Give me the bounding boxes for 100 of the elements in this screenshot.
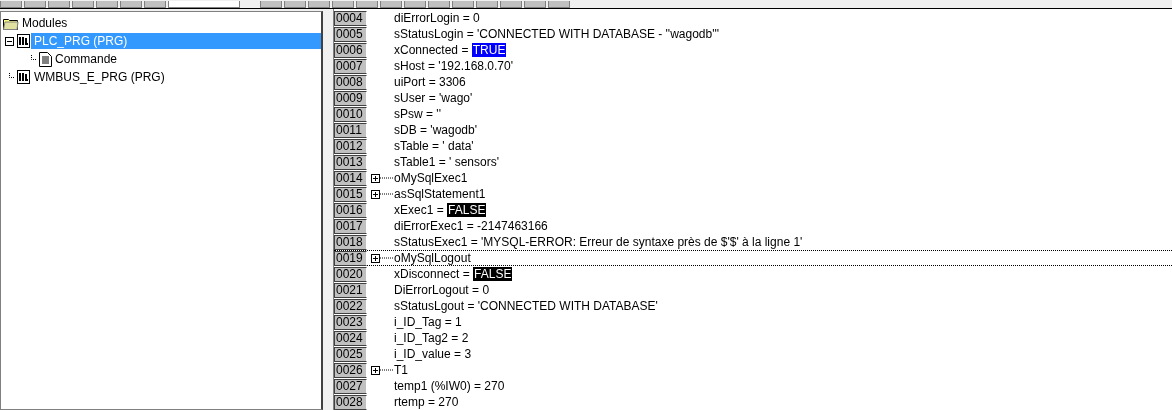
- line-number: 0022: [334, 298, 367, 314]
- toolbar-button[interactable]: [96, 1, 118, 8]
- toolbar-button[interactable]: [24, 1, 46, 8]
- code-text: sHost = '192.168.0.70': [394, 59, 513, 73]
- line-number: 0027: [334, 378, 367, 394]
- toolbar-button[interactable]: [524, 1, 546, 8]
- code-text: i_ID_value = 3: [394, 347, 472, 361]
- line-number: 0025: [334, 346, 367, 362]
- code-text: sTable = ' data': [394, 139, 474, 153]
- code-line[interactable]: 0013 sTable1 = ' sensors': [334, 154, 1172, 170]
- code-text: diErrorExec1 = -2147463166: [394, 219, 548, 233]
- code-text: T1: [394, 363, 408, 377]
- line-number: 0012: [334, 138, 367, 154]
- code-text: DiErrorLogout = 0: [394, 283, 490, 297]
- toolbar-button[interactable]: [260, 1, 282, 8]
- code-line[interactable]: 0017 diErrorExec1 = -2147463166: [334, 218, 1172, 234]
- code-line[interactable]: 0022 sStatusLgout = 'CONNECTED WITH DATABASE': [334, 298, 1172, 314]
- tree-root-label[interactable]: Modules: [19, 15, 71, 31]
- toolbar-button[interactable]: [548, 1, 570, 8]
- code-line[interactable]: 0023 i_ID_Tag = 1: [334, 314, 1172, 330]
- code-text: sDB = 'wagodb': [394, 123, 477, 137]
- code-line[interactable]: 0011 sDB = 'wagodb': [334, 122, 1172, 138]
- toolbar-button[interactable]: [428, 1, 450, 8]
- toolbar-button[interactable]: [144, 1, 166, 8]
- tree-item[interactable]: Commande: [52, 51, 121, 67]
- folder-icon: [3, 16, 19, 30]
- line-number: 0019: [334, 250, 367, 266]
- code-text: sStatusLgout = 'CONNECTED WITH DATABASE': [394, 299, 658, 313]
- code-text: sPsw = '': [394, 107, 441, 121]
- code-text: xDisconnect =: [394, 267, 471, 281]
- line-number: 0028: [334, 394, 367, 410]
- code-line[interactable]: 0026 T1: [334, 362, 1172, 378]
- code-line[interactable]: 0025 i_ID_value = 3: [334, 346, 1172, 362]
- code-text: i_ID_Tag2 = 2: [394, 331, 469, 345]
- code-line[interactable]: 0005 sStatusLogin = 'CONNECTED WITH DATABASE - ''wagodb''': [334, 26, 1172, 42]
- expand-icon[interactable]: [371, 189, 380, 199]
- code-line[interactable]: 0020 xDisconnect = FALSE: [334, 266, 1172, 282]
- toolbar-button[interactable]: [120, 1, 142, 8]
- toolbar-button[interactable]: [356, 1, 378, 8]
- code-line[interactable]: 0012 sTable = ' data': [334, 138, 1172, 154]
- code-line[interactable]: 0006 xConnected = TRUE: [334, 42, 1172, 58]
- toolbar-button[interactable]: [284, 1, 306, 8]
- expand-icon[interactable]: [371, 365, 380, 375]
- program-icon: [17, 34, 31, 48]
- line-number: 0009: [334, 90, 367, 106]
- line-number: 0014: [334, 170, 367, 186]
- code-line[interactable]: 0004 diErrorLogin = 0: [334, 10, 1172, 26]
- line-number: 0015: [334, 186, 367, 202]
- line-number: 0026: [334, 362, 367, 378]
- code-line[interactable]: 0016 xExec1 = FALSE: [334, 202, 1172, 218]
- toolbar-button[interactable]: [476, 1, 498, 8]
- tree-item[interactable]: WMBUS_E_PRG (PRG): [31, 69, 168, 85]
- toolbar-button[interactable]: [48, 1, 70, 8]
- expand-icon[interactable]: [371, 173, 380, 183]
- document-icon: [39, 51, 52, 67]
- toolbar-button[interactable]: [404, 1, 426, 8]
- line-number: 0021: [334, 282, 367, 298]
- collapse-icon[interactable]: [5, 36, 14, 46]
- tree-connector: [380, 257, 394, 259]
- line-number: 0013: [334, 154, 367, 170]
- expand-icon[interactable]: [371, 253, 380, 263]
- code-line[interactable]: 0009 sUser = 'wago': [334, 90, 1172, 106]
- line-number: 0024: [334, 330, 367, 346]
- toolbar-button[interactable]: [332, 1, 354, 8]
- code-text: sStatusLogin = 'CONNECTED WITH DATABASE - ''wagodb''': [394, 27, 720, 41]
- line-number: 0020: [334, 266, 367, 282]
- line-number: 0006: [334, 42, 367, 58]
- line-number: 0023: [334, 314, 367, 330]
- code-text: i_ID_Tag = 1: [394, 315, 462, 329]
- code-line[interactable]: 0007 sHost = '192.168.0.70': [334, 58, 1172, 74]
- code-line[interactable]: 0028 rtemp = 270: [334, 394, 1172, 410]
- code-line[interactable]: 0024 i_ID_Tag2 = 2: [334, 330, 1172, 346]
- line-number: 0011: [334, 122, 367, 138]
- tree-connector: [380, 369, 394, 371]
- line-number: 0016: [334, 202, 367, 218]
- toolbar-button[interactable]: [72, 1, 94, 8]
- code-line[interactable]: 0021 DiErrorLogout = 0: [334, 282, 1172, 298]
- tree-connector: [380, 193, 394, 195]
- code-text: xExec1 =: [394, 203, 445, 217]
- code-line[interactable]: 0019 oMySqlLogout: [334, 250, 1172, 266]
- code-line[interactable]: 0010 sPsw = '': [334, 106, 1172, 122]
- code-text: xConnected =: [394, 43, 470, 57]
- code-line[interactable]: 0018 sStatusExec1 = 'MYSQL-ERROR: Erreur de syntaxe près de $'$' à la ligne 1': [334, 234, 1172, 250]
- toolbar-field[interactable]: [168, 1, 240, 8]
- code-line[interactable]: 0027 temp1 (%IW0) = 270: [334, 378, 1172, 394]
- code-text: asSqlStatement1: [394, 187, 486, 201]
- code-text: sUser = 'wago': [394, 91, 473, 105]
- line-number: 0005: [334, 26, 367, 42]
- value-highlight: FALSE: [473, 267, 513, 281]
- value-highlight: TRUE: [471, 43, 507, 57]
- code-line[interactable]: 0008 uiPort = 3306: [334, 74, 1172, 90]
- code-line[interactable]: 0015 asSqlStatement1: [334, 186, 1172, 202]
- code-text: rtemp = 270: [394, 395, 459, 409]
- toolbar-button[interactable]: [380, 1, 402, 8]
- toolbar-button[interactable]: [452, 1, 474, 8]
- code-line[interactable]: 0014 oMySqlExec1: [334, 170, 1172, 186]
- toolbar-button[interactable]: [0, 1, 22, 8]
- toolbar-button[interactable]: [308, 1, 330, 8]
- code-text: temp1 (%IW0) = 270: [394, 379, 505, 393]
- toolbar-button[interactable]: [500, 1, 522, 8]
